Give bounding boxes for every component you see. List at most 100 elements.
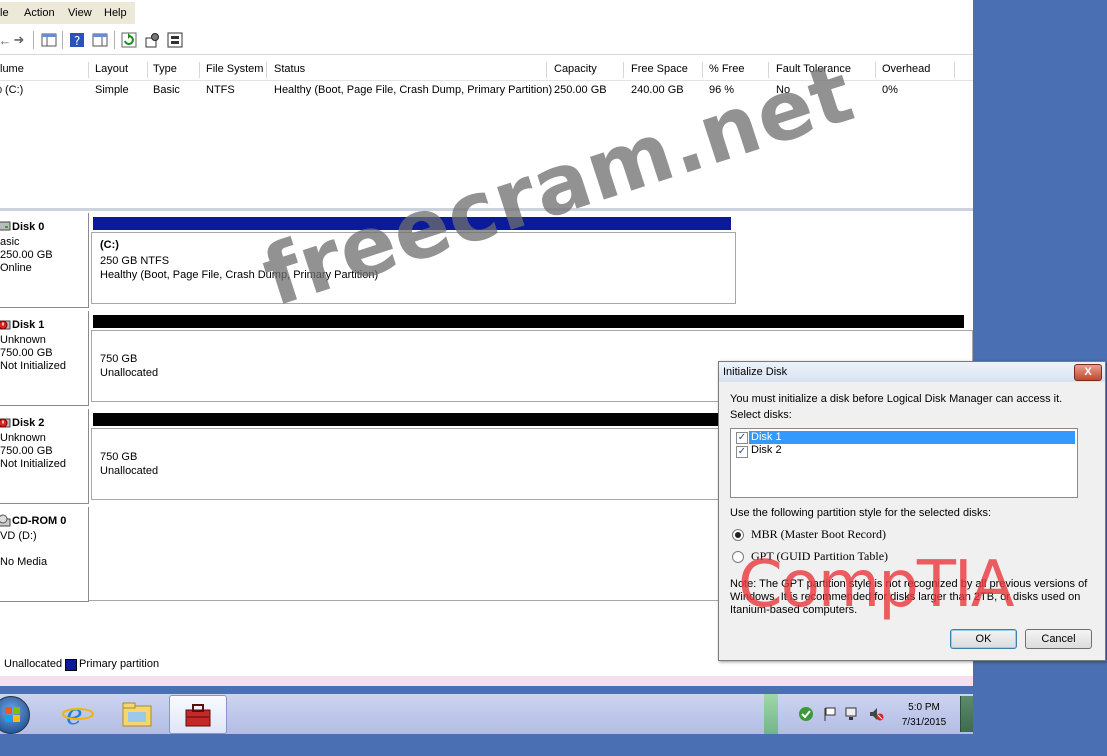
disk-name: Disk 2 [12,417,45,429]
column-separator [768,62,769,78]
svg-text:e: e [66,698,83,730]
close-icon[interactable]: X [1074,364,1102,381]
ok-button[interactable]: OK [950,629,1017,649]
column-separator [623,62,624,78]
toolbar-separator [114,31,115,49]
volume-icon [0,86,2,94]
cell-fault-tolerance: No [776,84,791,96]
console-tree-icon[interactable] [40,31,58,49]
start-button[interactable] [0,696,30,734]
disk-status: Not Initialized [0,360,67,372]
column-status[interactable]: Status [274,63,305,75]
column-volume[interactable]: lume [0,63,24,75]
cd-drive-icon [0,514,11,527]
mbr-option-label[interactable]: MBR (Master Boot Record) [751,527,886,542]
taskbar-divider [764,694,778,734]
network-icon[interactable] [844,706,860,722]
column-fault-tolerance[interactable]: Fault Tolerance [776,63,851,75]
cell-status: Healthy (Boot, Page File, Crash Dump, Pr… [274,84,553,96]
properties-pane-icon[interactable] [91,31,109,49]
legend-unallocated: Unallocated [4,658,63,670]
toolbar-separator [33,31,34,49]
cell-type: Basic [153,84,180,96]
disk-name: Disk 0 [12,221,45,233]
disk-1-checkbox[interactable]: ✓ [736,432,748,444]
disk-name: CD-ROM 0 [12,515,67,527]
partition-status: Unallocated [100,465,159,477]
volume-muted-icon[interactable] [868,706,884,722]
rescan-disks-icon[interactable] [166,31,184,49]
clock-date: 7/31/2015 [901,717,947,728]
disk-selection-list[interactable]: ✓ Disk 1 ✓ Disk 2 [730,428,1078,498]
partition-style-label: Use the following partition style for th… [730,507,992,519]
list-item-disk-2[interactable]: Disk 2 [751,444,782,456]
disk-status: No Media [0,556,48,568]
cancel-button[interactable]: Cancel [1025,629,1092,649]
radio-selected-dot [735,532,741,538]
dialog-message: You must initialize a disk before Logica… [730,393,1063,405]
disk-2-checkbox[interactable]: ✓ [736,446,748,458]
gpt-option-label[interactable]: GPT (GUID Partition Table) [751,549,888,564]
cell-capacity: 250.00 GB [554,84,607,96]
computer-management-task-button[interactable] [169,695,227,734]
dialog-title-bar[interactable]: Initialize Disk X [719,362,1105,382]
disk-2-label[interactable]: Disk 2 Unknown 750.00 GB Not Initialized [0,409,89,504]
disk-size: 250.00 GB [0,249,53,261]
volume-list-header: lume Layout Type File System Status Capa… [0,58,973,81]
column-separator [546,62,547,78]
pane-splitter[interactable] [0,208,973,211]
column-type[interactable]: Type [153,63,177,75]
partition-bar-unallocated [93,315,964,328]
disk-size: 750.00 GB [0,347,53,359]
menu-help[interactable]: Help [104,7,127,19]
cell-file-system: NTFS [206,84,235,96]
column-separator [702,62,703,78]
column-layout[interactable]: Layout [95,63,128,75]
partition-bar-primary [93,217,731,230]
action-center-flag-icon[interactable] [822,706,838,722]
select-disks-label: Select disks: [730,409,792,421]
clock[interactable]: 5:0 PM 7/31/2015 [893,700,955,730]
partition-c[interactable]: (C:) 250 GB NTFS Healthy (Boot, Page Fil… [91,232,736,304]
disk-error-icon [0,418,11,428]
column-separator [147,62,148,78]
internet-explorer-button[interactable]: e [60,698,96,731]
column-separator [199,62,200,78]
toolbar-separator [62,31,63,49]
help-icon[interactable]: ? [68,31,86,49]
column-separator [266,62,267,78]
column-percent-free[interactable]: % Free [709,63,744,75]
partition-title: (C:) [100,239,119,251]
forward-arrow-icon[interactable]: ➜ [10,31,28,49]
column-separator [875,62,876,78]
legend-primary: Primary partition [79,658,160,670]
menu-file[interactable]: le [0,7,9,19]
disk-type: VD (D:) [0,530,37,542]
update-shield-icon[interactable] [797,706,815,722]
gpt-radio[interactable] [732,551,744,563]
cdrom-0-label[interactable]: CD-ROM 0 VD (D:) No Media [0,507,89,602]
settings-icon[interactable] [143,31,161,49]
gpt-note-line: Itanium-based computers. [730,604,858,616]
disk-status: Not Initialized [0,458,67,470]
partition-status: Unallocated [100,367,159,379]
mbr-radio[interactable] [732,529,744,541]
menu-view[interactable]: View [68,7,92,19]
column-file-system[interactable]: File System [206,63,263,75]
refresh-icon[interactable] [120,31,138,49]
column-separator [88,62,89,78]
column-capacity[interactable]: Capacity [554,63,597,75]
legend-primary-swatch [65,659,77,671]
disk-size: 750.00 GB [0,445,53,457]
disk-status: Online [0,262,32,274]
list-item-disk-1[interactable]: Disk 1 [751,431,782,443]
cell-overhead: 0% [882,84,898,96]
column-overhead[interactable]: Overhead [882,63,930,75]
column-free-space[interactable]: Free Space [631,63,688,75]
disk-1-label[interactable]: Disk 1 Unknown 750.00 GB Not Initialized [0,311,89,406]
file-explorer-button[interactable] [118,698,156,730]
menu-action[interactable]: Action [24,7,55,19]
show-desktop-button[interactable] [960,696,973,732]
disk-0-label[interactable]: Disk 0 asic 250.00 GB Online [0,213,89,308]
gpt-note-line: Windows. It is recommended for disks lar… [730,591,1081,603]
